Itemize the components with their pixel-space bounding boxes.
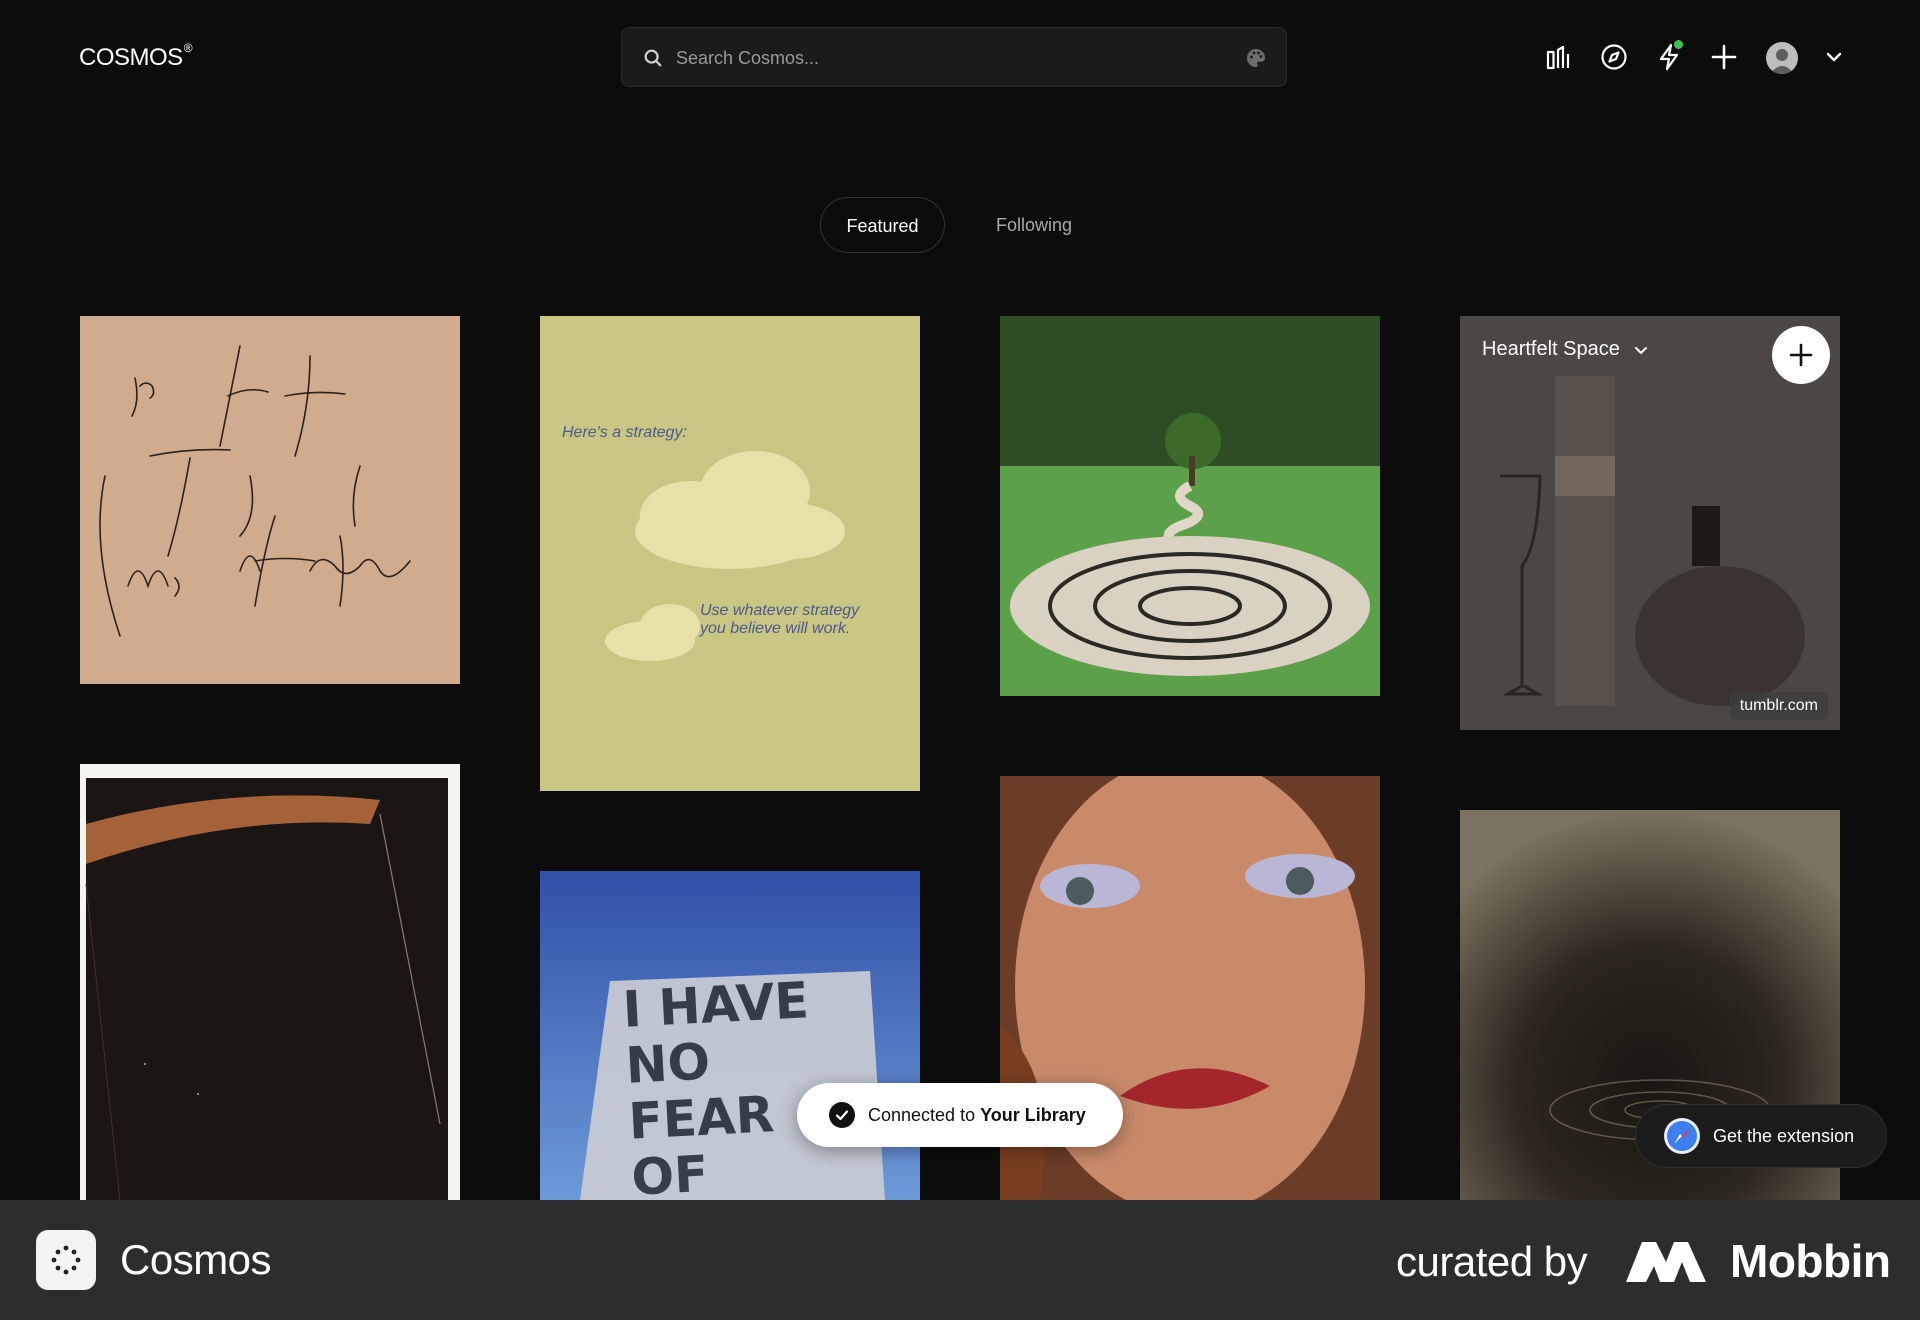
library-icon[interactable] — [1543, 42, 1573, 72]
mobbin-logo-icon — [1626, 1242, 1706, 1282]
tab-featured[interactable]: Featured — [820, 197, 945, 253]
footer-app-name: Cosmos — [120, 1236, 272, 1283]
curated-by-text: curated by — [1396, 1238, 1588, 1285]
lightning-icon[interactable] — [1654, 40, 1684, 72]
board-dropdown[interactable]: Heartfelt Space — [1482, 338, 1650, 361]
search-bar[interactable] — [621, 27, 1287, 88]
board-name: Heartfelt Space — [1482, 338, 1620, 360]
handwritten-note-image — [99, 345, 411, 637]
poster-heading: Here's a strategy: — [562, 424, 687, 441]
notification-dot — [1674, 40, 1683, 49]
toast-text-bold: Your Library — [980, 1104, 1086, 1125]
connected-toast: Connected to Your Library — [797, 1083, 1123, 1147]
avatar[interactable] — [1766, 42, 1798, 74]
footer-banner: Cosmos curated by Mobbin — [0, 1200, 1920, 1320]
mobbin-brand-name: Mobbin — [1730, 1235, 1891, 1287]
card-glassware[interactable]: Heartfelt Space tumblr.com — [1460, 316, 1840, 730]
card-dark-print[interactable] — [80, 764, 460, 1200]
poster-caption-2: you believe will work. — [700, 620, 851, 637]
plus-icon — [1789, 343, 1813, 367]
cloud-poster-image — [540, 316, 920, 791]
search-input[interactable] — [674, 28, 1198, 88]
card-handwritten-note[interactable] — [80, 316, 460, 684]
get-extension-label: Get the extension — [1713, 1125, 1855, 1146]
toast-text-prefix: Connected to — [868, 1104, 981, 1125]
card-sign-photo[interactable]: I HAVE NO FEAR OF FAILURE I SEE — [540, 871, 920, 1200]
palette-icon[interactable] — [1244, 46, 1268, 70]
logo-registered-mark: ® — [183, 41, 193, 55]
poster-caption-1: Use whatever strategy — [700, 602, 860, 619]
dark-print-image — [85, 778, 448, 1200]
card-cloud-poster[interactable]: Here's a strategy: Use whatever strategy… — [540, 316, 920, 791]
chevron-down-icon — [1634, 346, 1647, 354]
source-link[interactable]: tumblr.com — [1729, 692, 1828, 720]
card-spiral-garden[interactable] — [1000, 316, 1380, 696]
safari-icon — [1664, 1118, 1700, 1154]
logo[interactable]: COSMOS® — [79, 41, 193, 72]
spiral-garden-image — [1000, 316, 1380, 696]
chevron-down-icon[interactable] — [1819, 42, 1849, 72]
check-icon — [829, 1102, 855, 1128]
cosmos-app-icon — [36, 1230, 96, 1290]
tab-following[interactable]: Following — [978, 197, 1090, 253]
get-extension-button[interactable]: Get the extension — [1635, 1104, 1887, 1168]
logo-text: COSMOS — [79, 44, 183, 71]
compass-icon[interactable] — [1599, 42, 1629, 72]
plus-icon[interactable] — [1709, 42, 1739, 72]
search-icon — [644, 49, 662, 67]
add-to-board-button[interactable] — [1772, 326, 1830, 384]
